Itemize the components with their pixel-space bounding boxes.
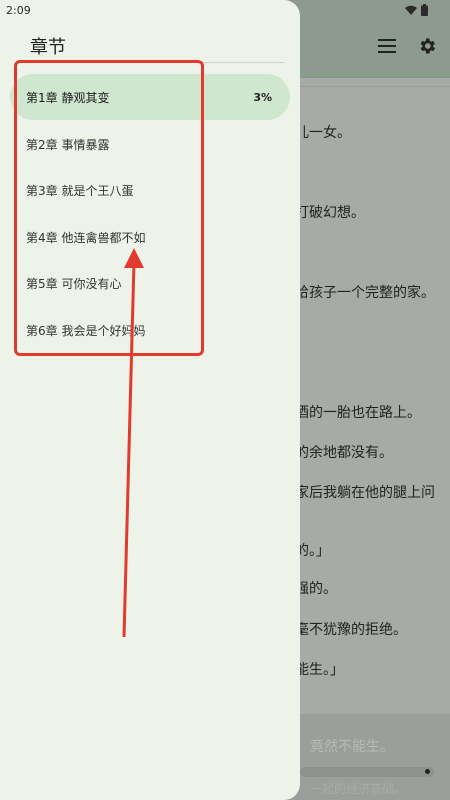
text-line: 给孩子一个完整的家。: [295, 285, 435, 301]
text-line: 的余地都没有。: [295, 445, 393, 461]
drawer-title: 章节: [30, 37, 66, 58]
chapter-item-4[interactable]: 第4章 他连禽兽都不如: [10, 214, 290, 260]
wifi-icon: [405, 5, 417, 15]
text-line: 家后我躺在他的腿上问: [295, 485, 435, 501]
bottom-hint-text: 竟然不能生。: [310, 739, 394, 755]
menu-icon[interactable]: [375, 34, 399, 58]
text-line: ，: [295, 359, 309, 375]
chapter-label: 第1章 静观其变: [26, 90, 110, 105]
text-line: 能生。」: [295, 662, 344, 678]
chapter-label: 第3章 就是个王八蛋: [26, 183, 134, 198]
chapter-drawer: 章节 第1章 静观其变 3% 第2章 事情暴露 第3章 就是个王八蛋 第4章 他…: [0, 0, 300, 800]
battery-icon: [421, 4, 428, 16]
chapter-label: 第4章 他连禽兽都不如: [26, 230, 146, 245]
text-line: 儿一女。: [295, 125, 351, 141]
chapter-label: 第6章 我会是个好妈妈: [26, 323, 146, 338]
chapter-item-2[interactable]: 第2章 事情暴露: [10, 121, 290, 167]
drawer-divider: [20, 62, 284, 63]
text-line: 的。」: [295, 543, 330, 559]
reading-progress-slider[interactable]: [300, 767, 434, 777]
settings-gear-icon[interactable]: [415, 34, 439, 58]
chapter-label: 第2章 事情暴露: [26, 137, 110, 152]
status-bar: 2:09: [0, 0, 450, 22]
text-line: 强的。: [295, 581, 337, 597]
chapter-label: 第5章 可你没有心: [26, 276, 122, 291]
chapter-item-3[interactable]: 第3章 就是个王八蛋: [10, 167, 290, 213]
chapter-progress: 3%: [253, 90, 272, 104]
chapter-item-6[interactable]: 第6章 我会是个好妈妈: [10, 307, 290, 353]
status-icons: [405, 4, 428, 16]
status-time: 2:09: [6, 4, 31, 17]
text-line: 毫不犹豫的拒绝。: [295, 622, 407, 638]
chapter-item-5[interactable]: 第5章 可你没有心: [10, 260, 290, 306]
bottom-sub-text: 一起的经济基础。: [310, 782, 407, 796]
text-line: 打破幻想。: [295, 205, 365, 221]
slider-thumb[interactable]: [425, 769, 430, 774]
text-line: 酒的一胎也在路上。: [295, 405, 421, 421]
chapter-item-1[interactable]: 第1章 静观其变 3%: [10, 74, 290, 120]
